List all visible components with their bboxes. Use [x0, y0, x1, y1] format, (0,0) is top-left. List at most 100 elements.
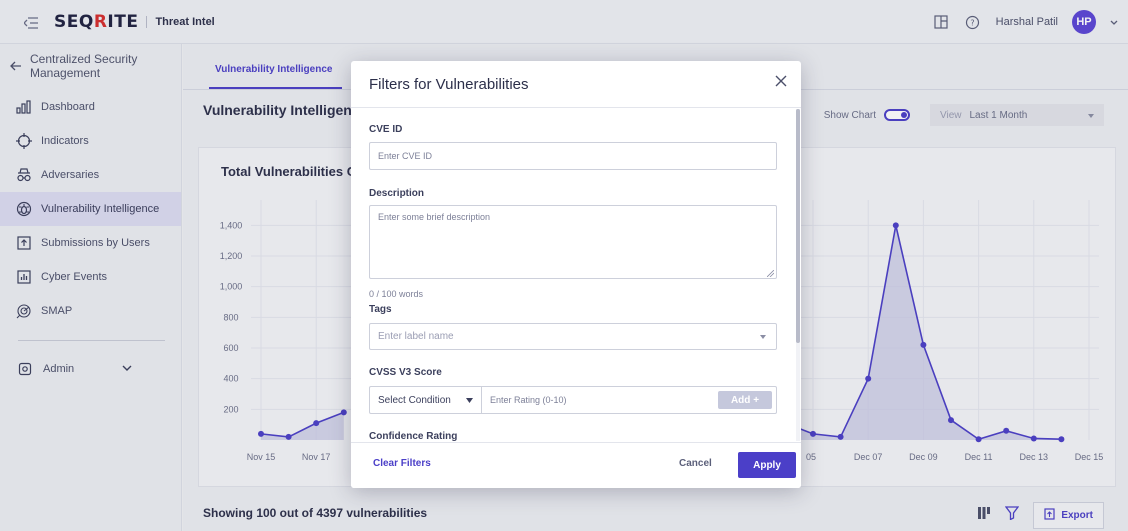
- bug-icon: [16, 201, 32, 217]
- data-point: [285, 433, 292, 440]
- tab-vulnerability-intelligence[interactable]: Vulnerability Intelligence: [209, 64, 343, 89]
- data-point: [948, 417, 954, 424]
- collapse-menu-icon[interactable]: [23, 16, 38, 29]
- sidebar-item-label: Dashboard: [41, 101, 95, 113]
- y-tick-label: 400: [223, 374, 238, 384]
- chevron-down-icon[interactable]: [122, 363, 132, 375]
- resize-grip-icon[interactable]: [766, 269, 775, 278]
- data-point: [865, 375, 872, 382]
- sidebar-item-vulnerability-intelligence[interactable]: Vulnerability Intelligence: [0, 192, 181, 226]
- help-icon[interactable]: ?: [964, 13, 982, 31]
- modal-body: CVE ID Enter CVE ID Description Enter so…: [351, 109, 797, 441]
- arrow-left-icon[interactable]: [10, 52, 22, 77]
- x-tick-label: Dec 15: [1075, 452, 1104, 462]
- radar-icon: [16, 303, 32, 319]
- caret-down-icon: [1088, 110, 1094, 121]
- view-value: Last 1 Month: [969, 109, 1028, 121]
- cvss-rating-placeholder: Enter Rating (0-10): [490, 395, 567, 405]
- gear-icon: [18, 361, 34, 377]
- product-name: Threat Intel: [146, 15, 215, 28]
- bar-chart-icon: [16, 99, 32, 115]
- y-tick-label: 1,200: [220, 251, 243, 261]
- description-placeholder: Enter some brief description: [378, 212, 491, 222]
- avatar[interactable]: HP: [1072, 10, 1096, 34]
- cvss-condition-select[interactable]: Select Condition: [370, 387, 482, 413]
- result-count: Showing 100 out of 4397 vulnerabilities: [203, 506, 428, 520]
- x-tick-label: Nov 15: [247, 452, 276, 462]
- sidebar-item-label: Adversaries: [41, 169, 100, 181]
- cancel-button[interactable]: Cancel: [679, 458, 712, 469]
- close-icon[interactable]: [773, 73, 789, 89]
- x-tick-label: Nov 17: [302, 452, 331, 462]
- sidebar-item-submissions[interactable]: Submissions by Users: [0, 226, 181, 260]
- data-point: [1058, 436, 1065, 443]
- sidebar-item-label: Vulnerability Intelligence: [41, 203, 160, 215]
- header-actions: ? Harshal Patil HP: [932, 0, 1118, 44]
- x-tick-label: Dec 09: [909, 452, 938, 462]
- back-link-label[interactable]: Centralized Security Management: [30, 52, 171, 80]
- apply-button[interactable]: Apply: [738, 452, 796, 478]
- columns-icon[interactable]: [977, 506, 991, 525]
- cve-id-placeholder: Enter CVE ID: [378, 151, 433, 161]
- sidebar-item-cyber-events[interactable]: Cyber Events: [0, 260, 181, 294]
- x-tick-label: 05: [806, 452, 816, 462]
- word-count: 0 / 100 words: [369, 289, 424, 299]
- export-button[interactable]: Export: [1033, 502, 1104, 529]
- cvss-rating-input[interactable]: Enter Rating (0-10) Add +: [482, 387, 776, 413]
- sidebar-item-label: SMAP: [41, 305, 73, 317]
- back-link[interactable]: Centralized Security Management: [0, 44, 181, 90]
- tags-label: Tags: [369, 304, 392, 315]
- y-tick-label: 200: [223, 404, 238, 414]
- confidence-rating-label: Confidence Rating: [369, 431, 458, 441]
- sidebar-item-admin[interactable]: Admin: [0, 355, 181, 383]
- sidebar-item-dashboard[interactable]: Dashboard: [0, 90, 181, 124]
- x-tick-label: Dec 11: [965, 452, 993, 462]
- clear-filters-button[interactable]: Clear Filters: [373, 458, 431, 469]
- spy-icon: [16, 167, 32, 183]
- filter-icon[interactable]: [1005, 506, 1020, 525]
- cvss-condition-value: Select Condition: [378, 394, 451, 406]
- user-name[interactable]: Harshal Patil: [996, 16, 1058, 28]
- sidebar-item-label: Indicators: [41, 135, 89, 147]
- sidebar: Centralized Security Management Dashboar…: [0, 44, 182, 531]
- cvss-score-row: Select Condition Enter Rating (0-10) Add…: [369, 386, 777, 414]
- layout-icon[interactable]: [932, 13, 950, 31]
- view-select[interactable]: View Last 1 Month: [930, 104, 1104, 126]
- data-point: [892, 222, 899, 229]
- modal-title: Filters for Vulnerabilities: [369, 75, 529, 93]
- sidebar-item-indicators[interactable]: Indicators: [0, 124, 181, 158]
- data-point: [340, 409, 347, 416]
- data-point: [975, 436, 982, 443]
- top-header: SEQRITE Threat Intel ? Harshal Patil HP: [0, 0, 1128, 44]
- x-tick-label: Dec 07: [854, 452, 883, 462]
- table-actions: Export: [977, 502, 1104, 529]
- sidebar-item-label: Cyber Events: [41, 271, 108, 283]
- filters-modal: Filters for Vulnerabilities CVE ID Enter…: [351, 61, 801, 488]
- y-tick-label: 1,400: [220, 220, 243, 230]
- data-point: [837, 433, 844, 440]
- cvss-label: CVSS V3 Score: [369, 367, 442, 378]
- y-tick-label: 1,000: [220, 282, 243, 292]
- view-label: View: [940, 109, 962, 121]
- crosshair-icon: [16, 133, 32, 149]
- cve-id-input[interactable]: Enter CVE ID: [369, 142, 777, 170]
- caret-down-icon: [466, 395, 473, 406]
- data-point: [313, 420, 320, 427]
- sidebar-item-smap[interactable]: SMAP: [0, 294, 181, 328]
- modal-scrollbar[interactable]: [796, 109, 800, 441]
- description-textarea[interactable]: Enter some brief description: [369, 205, 777, 279]
- show-chart-toggle[interactable]: [884, 109, 910, 121]
- modal-footer: Clear Filters Cancel Apply: [351, 442, 801, 488]
- plus-icon: +: [753, 394, 760, 406]
- sidebar-item-adversaries[interactable]: Adversaries: [0, 158, 181, 192]
- report-icon: [16, 269, 32, 285]
- chevron-down-icon[interactable]: [1110, 13, 1118, 31]
- x-tick-label: Dec 13: [1020, 452, 1049, 462]
- scrollbar-thumb[interactable]: [796, 109, 800, 343]
- admin-label: Admin: [43, 363, 75, 375]
- add-cvss-button[interactable]: Add +: [718, 391, 772, 409]
- data-point: [1003, 427, 1010, 434]
- modal-header: Filters for Vulnerabilities: [351, 61, 801, 108]
- description-label: Description: [369, 188, 425, 199]
- tags-select[interactable]: Enter label name: [369, 323, 777, 350]
